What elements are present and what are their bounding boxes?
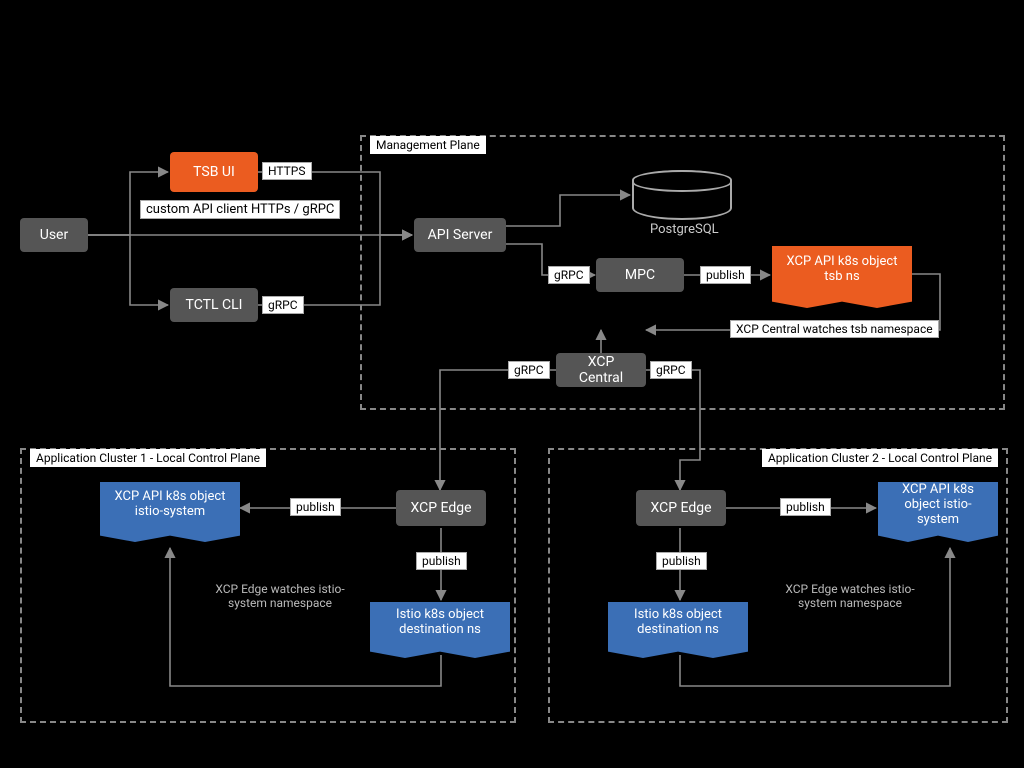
watch-istio-note-1: XCP Edge watches istio-system namespace: [200, 582, 360, 610]
postgresql-label: PostgreSQL: [650, 222, 719, 237]
publish-edge-label-c2a: publish: [780, 498, 831, 516]
grpc-edge-label-mpc: gRPC: [548, 266, 590, 284]
istio-obj-doc-1: Istio k8s object destination ns: [370, 602, 510, 650]
mpc-node: MPC: [596, 258, 684, 292]
xcp-api-tsb-doc: XCP API k8s object tsb ns: [772, 246, 912, 300]
istio-obj-doc-2: Istio k8s object destination ns: [608, 602, 748, 650]
tsb-ui-node: TSB UI: [170, 152, 258, 192]
watch-istio-note-2: XCP Edge watches istio-system namespace: [770, 582, 930, 610]
xcp-edge-2-node: XCP Edge: [636, 490, 726, 526]
management-plane-label: Management Plane: [370, 136, 486, 154]
https-edge-label: HTTPS: [262, 162, 312, 180]
xcp-api-istio-doc-2: XCP API k8s object istio-system: [878, 482, 998, 534]
grpc-edge-label-central-right: gRPC: [650, 361, 692, 379]
xcp-api-istio-doc-1: XCP API k8s object istio-system: [100, 482, 240, 534]
watch-tsb-edge-label: XCP Central watches tsb namespace: [730, 320, 939, 338]
publish-edge-label-mpc: publish: [700, 266, 751, 284]
app-cluster-1-label: Application Cluster 1 - Local Control Pl…: [30, 449, 266, 467]
user-node: User: [20, 218, 88, 252]
grpc-edge-label-central-left: gRPC: [508, 361, 550, 379]
grpc-edge-label-tctl: gRPC: [262, 296, 304, 314]
xcp-edge-1-node: XCP Edge: [396, 490, 486, 526]
postgresql-node: [632, 170, 732, 220]
xcp-central-node: XCP Central: [556, 353, 646, 387]
publish-edge-label-c1a: publish: [290, 498, 341, 516]
custom-api-edge-label: custom API client HTTPs / gRPC: [140, 200, 340, 219]
tctl-cli-node: TCTL CLI: [170, 288, 258, 322]
app-cluster-2-label: Application Cluster 2 - Local Control Pl…: [762, 449, 998, 467]
publish-edge-label-c2b: publish: [656, 552, 707, 570]
publish-edge-label-c1b: publish: [416, 552, 467, 570]
api-server-node: API Server: [414, 218, 506, 252]
